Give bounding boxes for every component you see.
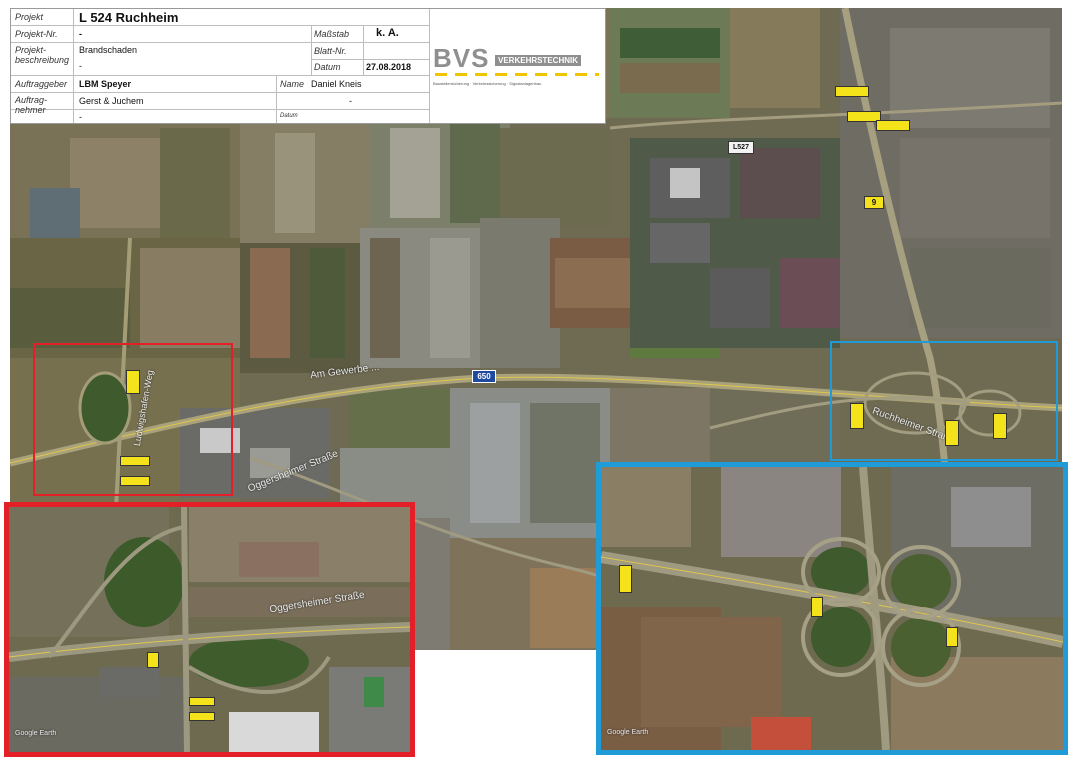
red-highlight-frame: [33, 343, 233, 496]
signature-date-label: Datum: [280, 113, 298, 119]
inset-direction-sign: [189, 697, 215, 706]
description-value: Brandschaden: [79, 45, 138, 55]
description-value-2: -: [79, 61, 82, 71]
bvs-logo: BVS VERKEHRSTECHNIK Baustellensicherung …: [433, 43, 601, 93]
google-earth-mark: Google Earth: [15, 730, 57, 737]
logo-tagline: Baustellensicherung · Verkehrssicherung …: [433, 81, 542, 86]
description-label: Projekt-beschreibung: [15, 45, 70, 65]
residential-district: [840, 8, 1062, 338]
logo-brand-suffix: VERKEHRSTECHNIK: [495, 55, 582, 66]
l527-road-shield: L527: [728, 141, 754, 154]
google-earth-mark: Google Earth: [607, 729, 649, 736]
inset-direction-sign: [946, 627, 958, 647]
date-value: 27.08.2018: [366, 62, 412, 72]
logo-stripe: [435, 73, 599, 76]
project-label: Projekt: [15, 12, 44, 22]
contractor-label: Auftrag-nehmer: [15, 95, 48, 115]
inset-direction-sign: [811, 597, 823, 617]
project-no-value: -: [79, 29, 82, 39]
logo-brand: BVS: [433, 43, 490, 73]
red-detail-inset[interactable]: Oggersheimer Straße Google Earth: [4, 502, 415, 757]
inset-direction-sign: [619, 565, 632, 593]
name-value: Daniel Kneis: [311, 79, 362, 89]
b9-road-shield: 9: [864, 196, 884, 209]
name-label: Name: [280, 79, 305, 89]
direction-sign: [835, 86, 869, 97]
name-value-2: -: [349, 96, 352, 106]
blue-detail-inset[interactable]: Google Earth: [596, 462, 1068, 755]
highway-650-shield: 650: [472, 370, 496, 383]
client-value: LBM Speyer: [79, 79, 132, 89]
client-label: Auftraggeber: [15, 79, 68, 89]
blue-inset-canvas: [601, 467, 1063, 750]
sheet-label: Blatt-Nr.: [314, 46, 347, 56]
project-value: L 524 Ruchheim: [79, 10, 179, 25]
date-label: Datum: [314, 62, 341, 72]
scale-value: k. A.: [376, 27, 399, 39]
direction-sign: [876, 120, 910, 131]
commercial-district: [630, 138, 870, 348]
inset-direction-sign: [147, 652, 159, 668]
contractor-value-2: -: [79, 112, 82, 122]
blue-highlight-frame: [830, 341, 1058, 461]
contractor-value: Gerst & Juchem: [79, 96, 144, 106]
scale-label: Maßstab: [314, 29, 350, 39]
title-block: Projekt L 524 Ruchheim Projekt-Nr. - Maß…: [10, 8, 606, 124]
inset-direction-sign: [189, 712, 215, 721]
project-no-label: Projekt-Nr.: [15, 29, 58, 39]
